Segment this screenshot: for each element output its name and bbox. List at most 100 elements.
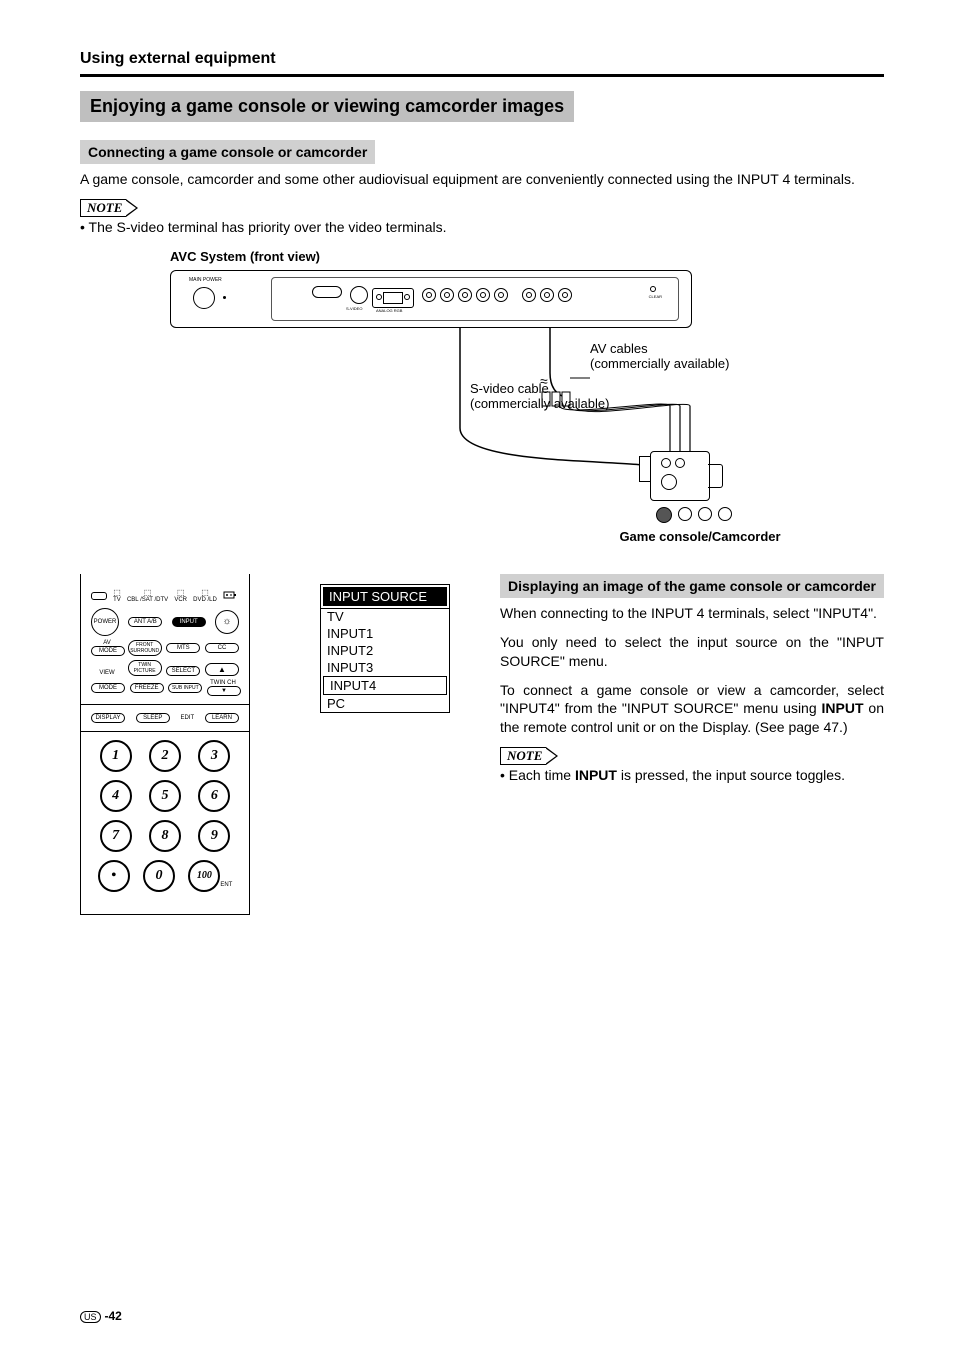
region-badge: US <box>80 1311 101 1323</box>
num-9-button[interactable]: 9 <box>198 820 230 852</box>
indicator-dot <box>223 296 226 299</box>
camcorder-sv-jack-icon <box>656 507 672 523</box>
analog-rgb-label: ANALOG RGB <box>376 308 402 313</box>
num-0-button[interactable]: 0 <box>143 860 175 892</box>
rca-jack-icon <box>440 288 454 302</box>
power-button[interactable]: POWER <box>91 608 119 636</box>
menu-item[interactable]: TV <box>321 608 449 625</box>
clear-label: CLEAR <box>649 294 662 299</box>
edit-label: EDIT <box>181 715 195 721</box>
view-label: VIEW <box>91 670 123 676</box>
main-power-label: MAIN POWER <box>189 277 222 283</box>
text: is pressed, the input source toggles. <box>617 767 845 783</box>
mode-button[interactable]: MODE <box>91 646 125 656</box>
s-video-jack-icon <box>350 286 368 304</box>
ent-label: ENT <box>220 882 232 888</box>
camcorder-rca-jack-icon <box>698 507 712 521</box>
input-button[interactable]: INPUT <box>172 617 206 627</box>
menu-item[interactable]: INPUT4 <box>323 676 447 695</box>
power-button-icon <box>193 287 215 309</box>
rca-jack-icon <box>494 288 508 302</box>
rca-jack-icon <box>558 288 572 302</box>
freeze-button[interactable]: FREEZE <box>130 683 164 693</box>
twin-ch-label: TWIN CH ▼ <box>207 680 239 696</box>
num-2-button[interactable]: 2 <box>149 740 181 772</box>
mts-button[interactable]: MTS <box>166 643 200 653</box>
remote-control-diagram: ⬚TV ⬚CBL /SAT /DTV ⬚VCR ⬚DVD /LD POWER A… <box>80 574 250 915</box>
camcorder-rca-jack-icon <box>718 507 732 521</box>
display-button[interactable]: DISPLAY <box>91 713 125 723</box>
ant-button[interactable]: ANT A/B <box>128 617 162 627</box>
device-caption: Game console/Camcorder <box>590 529 810 544</box>
page-num-text: -42 <box>105 1309 122 1323</box>
sv-cable-label: S-video cable (commercially available) <box>470 381 884 411</box>
rca-jack-icon <box>458 288 472 302</box>
rca-jack-icon <box>422 288 436 302</box>
avc-system-front: MAIN POWER S-VIDEO ANALOG RGB <box>170 270 692 328</box>
num-1-button[interactable]: 1 <box>100 740 132 772</box>
learn-button[interactable]: LEARN <box>205 713 239 723</box>
remote-top-label: ⬚VCR <box>174 589 187 603</box>
remote-slider-icon <box>91 592 107 600</box>
mode-button[interactable]: MODE <box>91 683 125 693</box>
paragraph: When connecting to the INPUT 4 terminals… <box>500 604 884 623</box>
subheading-connecting: Connecting a game console or camcorder <box>80 140 375 164</box>
avc-caption: AVC System (front view) <box>170 249 884 264</box>
select-button[interactable]: SELECT <box>166 666 200 676</box>
page-number: US -42 <box>80 1309 122 1323</box>
subheading-displaying: Displaying an image of the game console … <box>500 574 884 598</box>
menu-item[interactable]: INPUT2 <box>321 642 449 659</box>
num-7-button[interactable]: 7 <box>100 820 132 852</box>
twin-picture-button[interactable]: TWIN PICTURE <box>128 660 162 676</box>
input-source-menu: INPUT SOURCE TVINPUT1INPUT2INPUT3INPUT4P… <box>320 584 450 713</box>
brand-pill <box>312 286 342 298</box>
num-4-button[interactable]: 4 <box>100 780 132 812</box>
brightness-button[interactable]: ☼ <box>215 610 239 634</box>
camcorder-rca-jack-icon <box>678 507 692 521</box>
note-label: NOTE <box>500 747 546 765</box>
menu-item[interactable]: INPUT1 <box>321 625 449 642</box>
note-text: The S-video terminal has priority over t… <box>89 219 447 235</box>
rca-jack-icon <box>540 288 554 302</box>
camcorder-icon <box>650 451 738 523</box>
sleep-button[interactable]: SLEEP <box>136 713 170 723</box>
num-100-button[interactable]: 100 <box>188 860 220 892</box>
rca-jack-icon <box>476 288 490 302</box>
input-bold: INPUT <box>822 700 864 716</box>
up-button[interactable]: ▲ <box>205 663 239 676</box>
menu-item[interactable]: PC <box>321 695 449 712</box>
av-cable-sub: (commercially available) <box>590 356 729 371</box>
rca-jack-icon <box>522 288 536 302</box>
port-door-icon <box>372 288 414 308</box>
page-title: Enjoying a game console or viewing camco… <box>80 91 574 122</box>
sv-cable-text: S-video cable <box>470 381 549 396</box>
num-6-button[interactable]: 6 <box>198 780 230 812</box>
input-bold: INPUT <box>575 767 617 783</box>
num-dot-button[interactable]: • <box>98 860 130 892</box>
menu-item[interactable]: INPUT3 <box>321 659 449 676</box>
paragraph: To connect a game console or view a camc… <box>500 681 884 738</box>
paragraph: A game console, camcorder and some other… <box>80 170 884 189</box>
surround-button[interactable]: FRONT SURROUND <box>128 640 162 656</box>
av-cable-label: AV cables (commercially available) <box>590 341 884 371</box>
cc-button[interactable]: CC <box>205 643 239 653</box>
figure-avc: AVC System (front view) MAIN POWER S-VID… <box>170 249 884 544</box>
num-3-button[interactable]: 3 <box>198 740 230 772</box>
menu-header: INPUT SOURCE <box>321 585 449 608</box>
text: Each time <box>509 767 575 783</box>
remote-top-label: ⬚TV <box>113 589 121 603</box>
sv-cable-sub: (commercially available) <box>470 396 609 411</box>
av-mode-label: AV MODE <box>91 640 123 656</box>
clear-dot-icon <box>650 286 656 292</box>
num-5-button[interactable]: 5 <box>149 780 181 812</box>
sub-input-button[interactable]: SUB INPUT <box>168 683 202 693</box>
paragraph: You only need to select the input source… <box>500 633 884 671</box>
section-heading: Using external equipment <box>80 50 884 68</box>
down-button[interactable]: ▼ <box>207 686 241 696</box>
s-video-label: S-VIDEO <box>346 306 362 311</box>
battery-icon <box>223 588 239 604</box>
av-cable-text: AV cables <box>590 341 648 356</box>
note-bullet: • The S-video terminal has priority over… <box>80 219 884 235</box>
remote-top-label: ⬚DVD /LD <box>193 589 217 603</box>
num-8-button[interactable]: 8 <box>149 820 181 852</box>
